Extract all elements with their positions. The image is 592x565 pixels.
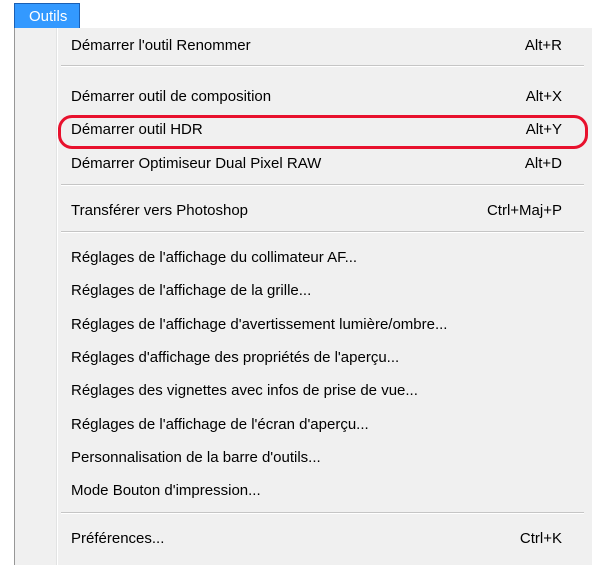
menu-item-shortcut: Ctrl+K (519, 530, 562, 547)
menu-item-shortcut: Alt+R (524, 37, 562, 54)
menu-separator (61, 512, 584, 514)
menu-item-label: Réglages de l'affichage de l'écran d'ape… (71, 416, 369, 433)
menu-item-transferer-photoshop[interactable]: Transférer vers Photoshop Ctrl+Maj+P (17, 196, 592, 226)
menu-item-shortcut: Ctrl+Maj+P (486, 202, 562, 219)
menu-item-reglages-vignettes[interactable]: Réglages des vignettes avec infos de pri… (17, 376, 592, 406)
outils-dropdown-menu: Démarrer l'outil Renommer Alt+R Démarrer… (14, 28, 592, 565)
menu-separator (61, 231, 584, 233)
menu-item-label: Transférer vers Photoshop (71, 202, 249, 219)
menu-item-preferences[interactable]: Préférences... Ctrl+K (17, 524, 592, 554)
menu-item-reglages-collimateur-af[interactable]: Réglages de l'affichage du collimateur A… (17, 243, 592, 273)
menu-separator (61, 184, 584, 186)
menu-item-label: Mode Bouton d'impression... (71, 482, 261, 499)
menu-item-demarrer-hdr[interactable]: Démarrer outil HDR Alt+Y (17, 115, 592, 145)
menu-item-demarrer-renommer[interactable]: Démarrer l'outil Renommer Alt+R (17, 31, 592, 61)
menu-item-shortcut: Alt+D (524, 155, 562, 172)
menu-bar: Outils (14, 3, 592, 29)
menu-item-label: Démarrer outil de composition (71, 88, 272, 105)
menu-item-personnalisation-barre-outils[interactable]: Personnalisation de la barre d'outils... (17, 443, 592, 473)
menu-item-shortcut: Alt+Y (525, 121, 562, 138)
menu-item-label: Démarrer l'outil Renommer (71, 37, 251, 54)
menu-item-demarrer-dual-pixel[interactable]: Démarrer Optimiseur Dual Pixel RAW Alt+D (17, 149, 592, 179)
menu-item-mode-bouton-impression[interactable]: Mode Bouton d'impression... (17, 476, 592, 506)
menu-item-label: Réglages de l'affichage de la grille... (71, 282, 312, 299)
menu-separator (61, 65, 584, 67)
menu-item-reglages-ecran-apercu[interactable]: Réglages de l'affichage de l'écran d'ape… (17, 410, 592, 440)
menu-item-reglages-proprietes-apercu[interactable]: Réglages d'affichage des propriétés de l… (17, 343, 592, 373)
menu-item-reglages-grille[interactable]: Réglages de l'affichage de la grille... (17, 276, 592, 306)
menu-item-label: Réglages des vignettes avec infos de pri… (71, 382, 418, 399)
menu-outils[interactable]: Outils (14, 3, 81, 28)
menu-item-label: Préférences... (71, 530, 165, 547)
menu-item-label: Réglages de l'affichage d'avertissement … (71, 316, 448, 333)
menu-item-reglages-avertissement[interactable]: Réglages de l'affichage d'avertissement … (17, 310, 592, 340)
menu-item-label: Démarrer outil HDR (71, 121, 203, 138)
menu-item-label: Réglages de l'affichage du collimateur A… (71, 249, 358, 266)
menu-item-label: Réglages d'affichage des propriétés de l… (71, 349, 400, 366)
menu-item-demarrer-composition[interactable]: Démarrer outil de composition Alt+X (17, 82, 592, 112)
menu-item-label: Démarrer Optimiseur Dual Pixel RAW (71, 155, 322, 172)
menu-item-label: Personnalisation de la barre d'outils... (71, 449, 321, 466)
menu-item-shortcut: Alt+X (525, 88, 562, 105)
